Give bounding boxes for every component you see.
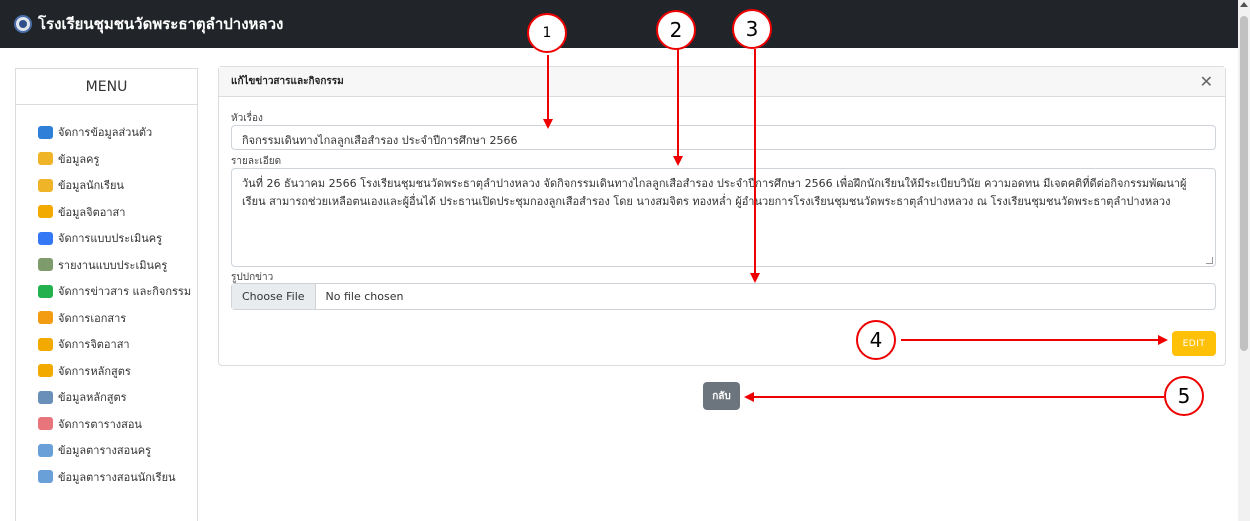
menu-item[interactable]: จัดการจิตอาสา (16, 331, 197, 358)
menu-item[interactable]: ข้อมูลครู (16, 146, 197, 173)
vertical-scrollbar[interactable] (1238, 0, 1250, 521)
card-title: แก้ไขข่าวสารและกิจกรรม (219, 67, 1225, 97)
menu-item-label: ข้อมูลตารางสอนนักเรียน (58, 470, 176, 484)
edit-news-card: แก้ไขข่าวสารและกิจกรรม ✕ หัวเรื่อง กิจกร… (218, 66, 1226, 366)
menu-item-label: ข้อมูลจิตอาสา (58, 205, 126, 219)
menu-item[interactable]: รายงานแบบประเมินครู (16, 252, 197, 279)
menu-item[interactable]: จัดการหลักสูตร (16, 358, 197, 385)
timetable-icon (38, 443, 53, 457)
no-file-text: No file chosen (325, 290, 404, 303)
site-title[interactable]: โรงเรียนชุมชนวัดพระธาตุลำปางหลวง (38, 12, 283, 36)
menu-item-label: จัดการจิตอาสา (58, 338, 130, 352)
menu-item-label: จัดการข้อมูลส่วนตัว (58, 126, 153, 140)
subject-input[interactable]: กิจกรรมเดินทางไกลลูกเสือสำรอง ประจำปีการ… (231, 125, 1216, 150)
menu-item[interactable]: จัดการข่าวสาร และกิจกรรม (16, 278, 197, 305)
menu-item[interactable]: ข้อมูลตารางสอนนักเรียน (16, 464, 197, 491)
menu-item-label: จัดการแบบประเมินครู (58, 232, 162, 246)
star-icon (38, 337, 53, 351)
timetable-icon (38, 470, 53, 484)
callout-1: 1 (527, 13, 567, 53)
menu-list: จัดการข้อมูลส่วนตัวข้อมูลครูข้อมูลนักเรี… (16, 105, 197, 490)
resize-handle-icon[interactable] (1206, 257, 1213, 264)
callout-5: 5 (1164, 376, 1204, 416)
callout-4: 4 (856, 320, 896, 360)
menu-item[interactable]: ข้อมูลนักเรียน (16, 172, 197, 199)
page: โรงเรียนชุมชนวัดพระธาตุลำปางหลวง MENU จั… (0, 0, 1250, 521)
star-icon (38, 205, 53, 219)
subject-label: หัวเรื่อง (231, 113, 263, 124)
choose-file-button[interactable]: Choose File (232, 284, 316, 309)
callout-2: 2 (656, 10, 696, 50)
menu-item[interactable]: ข้อมูลจิตอาสา (16, 199, 197, 226)
menu-heading: MENU (16, 69, 197, 105)
course-icon (38, 390, 53, 404)
menu-item-label: จัดการหลักสูตร (58, 364, 131, 378)
sidebar-menu: MENU จัดการข้อมูลส่วนตัวข้อมูลครูข้อมูลน… (15, 68, 198, 521)
menu-item-label: ข้อมูลครู (58, 152, 100, 166)
menu-item[interactable]: จัดการแบบประเมินครู (16, 225, 197, 252)
menu-item-label: ข้อมูลหลักสูตร (58, 391, 127, 405)
menu-item-label: ข้อมูลตารางสอนครู (58, 444, 152, 458)
back-button[interactable]: กลับ (703, 382, 740, 410)
star-icon (38, 364, 53, 378)
top-navbar: โรงเรียนชุมชนวัดพระธาตุลำปางหลวง (0, 0, 1238, 48)
calendar-icon (38, 417, 53, 431)
menu-item-label: ข้อมูลนักเรียน (58, 179, 124, 193)
report-icon (38, 258, 53, 272)
menu-item-label: จัดการเอกสาร (58, 311, 127, 325)
detail-textarea[interactable]: วันที่ 26 ธันวาคม 2566 โรงเรียนชุมชนวัดพ… (231, 168, 1216, 267)
chat-icon (38, 284, 53, 298)
teacher-icon (38, 152, 53, 166)
form-icon (38, 231, 53, 245)
menu-item[interactable]: จัดการตารางสอน (16, 411, 197, 438)
callout-3: 3 (732, 9, 772, 49)
menu-item[interactable]: ข้อมูลตารางสอนครู (16, 437, 197, 464)
cover-image-file-input[interactable]: Choose File No file chosen (231, 283, 1216, 310)
menu-item[interactable]: ข้อมูลหลักสูตร (16, 384, 197, 411)
menu-item-label: รายงานแบบประเมินครู (58, 258, 168, 272)
edit-button[interactable]: EDIT (1172, 331, 1216, 356)
detail-text: วันที่ 26 ธันวาคม 2566 โรงเรียนชุมชนวัดพ… (242, 177, 1187, 208)
menu-item[interactable]: จัดการเอกสาร (16, 305, 197, 332)
school-logo-icon (14, 15, 32, 33)
scrollbar-thumb[interactable] (1240, 16, 1248, 351)
menu-item[interactable]: จัดการข้อมูลส่วนตัว (16, 119, 197, 146)
close-icon[interactable]: ✕ (1200, 72, 1213, 91)
id-card-icon (38, 125, 53, 139)
folder-icon (38, 311, 53, 325)
menu-item-label: จัดการตารางสอน (58, 417, 142, 431)
detail-label: รายละเอียด (231, 156, 282, 167)
student-icon (38, 178, 53, 192)
menu-item-label: จัดการข่าวสาร และกิจกรรม (58, 285, 192, 299)
scroll-up-icon[interactable] (1240, 2, 1248, 7)
